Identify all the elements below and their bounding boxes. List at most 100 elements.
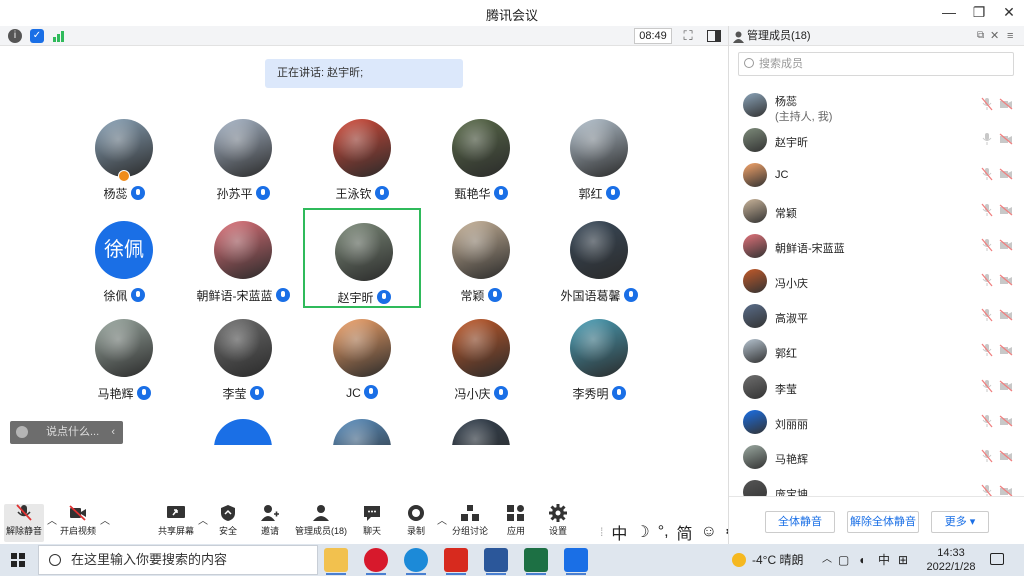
more-button[interactable]: 更多 ▾ — [931, 511, 989, 533]
invite-button[interactable]: 邀请 — [254, 504, 286, 542]
tray-expand-icon[interactable]: ︿ — [822, 544, 832, 576]
participant-tile[interactable]: 孙苏平 — [184, 106, 302, 206]
member-row[interactable]: 马艳辉 — [729, 440, 1024, 475]
moon-icon[interactable]: ☽ — [635, 522, 649, 542]
signal-icon[interactable] — [52, 30, 66, 42]
mic-muted-icon[interactable] — [981, 449, 993, 463]
emoji-icon[interactable] — [16, 426, 28, 438]
opera-icon[interactable] — [364, 548, 388, 572]
member-row[interactable]: 杨蕊 (主持人, 我) — [729, 88, 1024, 123]
mic-muted-icon[interactable] — [981, 414, 993, 428]
windows-start-icon[interactable] — [11, 553, 25, 567]
camera-off-icon[interactable] — [999, 274, 1013, 286]
close-panel-icon[interactable]: ✕ — [990, 26, 999, 46]
taskbar-search-input[interactable]: 在这里输入你要搜索的内容 — [38, 545, 318, 575]
member-row[interactable]: 冯小庆 — [729, 264, 1024, 299]
weather-text[interactable]: -4°C 晴朗 — [752, 544, 803, 576]
audio-options-caret[interactable]: ︿ — [47, 512, 57, 527]
camera-off-icon[interactable] — [999, 133, 1013, 145]
participant-tile[interactable]: 李秀明 — [540, 306, 658, 406]
mic-muted-icon[interactable] — [981, 203, 993, 217]
mic-muted-icon[interactable] — [981, 343, 993, 357]
unmute-all-button[interactable]: 解除全体静音 — [847, 511, 919, 533]
info-icon[interactable]: i — [8, 29, 22, 43]
weather-icon[interactable] — [732, 553, 746, 567]
tencent-meeting-icon[interactable] — [564, 548, 588, 572]
camera-off-icon[interactable] — [999, 485, 1013, 496]
member-row[interactable]: JC — [729, 158, 1024, 193]
volume-icon[interactable]: ◖ — [858, 544, 865, 576]
camera-off-icon[interactable] — [999, 98, 1013, 110]
ime-drag-handle[interactable]: ⁞ — [600, 525, 603, 539]
participant-tile[interactable]: 徐佩 徐佩 — [65, 208, 183, 308]
participant-tile[interactable] — [303, 406, 421, 445]
record-button[interactable]: 录制 — [400, 504, 432, 542]
ime-simplified-toggle[interactable]: 简 — [677, 520, 693, 544]
participant-tile[interactable]: 常颖 — [422, 208, 540, 308]
acrobat-icon[interactable] — [444, 548, 468, 572]
breakout-rooms-button[interactable]: 分组讨论 — [450, 504, 490, 542]
participant-tile[interactable] — [422, 406, 540, 445]
ime-punct-toggle[interactable]: °, — [658, 523, 669, 541]
participant-tile[interactable]: 冯小庆 — [422, 306, 540, 406]
member-row[interactable]: 李莹 — [729, 370, 1024, 405]
member-row[interactable]: 郭红 — [729, 334, 1024, 369]
participant-tile[interactable] — [184, 406, 302, 445]
mic-muted-icon[interactable] — [981, 238, 993, 252]
camera-off-icon[interactable] — [999, 450, 1013, 462]
camera-off-icon[interactable] — [999, 344, 1013, 356]
keyboard-icon[interactable]: ⊞ — [898, 544, 908, 576]
camera-off-icon[interactable] — [999, 309, 1013, 321]
participant-tile[interactable]: 朝鲜语-宋蓝蓝 — [184, 208, 302, 308]
emoji-icon[interactable]: ☺ — [701, 523, 717, 541]
unmute-button[interactable]: 解除静音 — [4, 504, 44, 542]
camera-off-icon[interactable] — [999, 204, 1013, 216]
chat-button[interactable]: 聊天 — [356, 504, 388, 542]
mic-muted-icon[interactable] — [981, 273, 993, 287]
participant-tile[interactable]: JC — [303, 306, 421, 406]
settings-button[interactable]: 设置 — [542, 504, 574, 542]
share-screen-button[interactable]: 共享屏幕 — [156, 504, 196, 542]
member-row[interactable]: 高淑平 — [729, 299, 1024, 334]
chat-quick-input[interactable]: 说点什么... ‹ — [10, 421, 123, 444]
panel-menu-icon[interactable]: ≡ — [1007, 26, 1013, 46]
mute-all-button[interactable]: 全体静音 — [765, 511, 835, 533]
word-icon[interactable] — [484, 548, 508, 572]
participant-tile[interactable]: 郭红 — [540, 106, 658, 206]
taskbar-clock[interactable]: 14:33 2022/1/28 — [922, 546, 980, 574]
network-icon[interactable]: ▢ — [838, 544, 849, 576]
mic-muted-icon[interactable] — [981, 167, 993, 181]
apps-button[interactable]: 应用 — [500, 504, 532, 542]
camera-off-icon[interactable] — [999, 168, 1013, 180]
close-button[interactable]: ✕ — [994, 0, 1024, 26]
mic-muted-icon[interactable] — [981, 308, 993, 322]
participant-tile[interactable]: 李莹 — [184, 306, 302, 406]
mic-muted-icon[interactable] — [981, 484, 993, 496]
notification-icon[interactable] — [990, 553, 1004, 565]
participant-tile[interactable]: 外国语葛馨 — [540, 208, 658, 308]
minimize-button[interactable]: — — [934, 0, 964, 26]
camera-off-icon[interactable] — [999, 415, 1013, 427]
member-row[interactable]: 庞宝坤 — [729, 475, 1024, 496]
popout-icon[interactable]: ⧉ — [977, 26, 984, 46]
security-button[interactable]: 安全 — [212, 504, 244, 542]
layout-icon[interactable] — [706, 28, 722, 44]
mic-muted-icon[interactable] — [981, 97, 993, 111]
mic-muted-icon[interactable] — [981, 379, 993, 393]
edge-icon[interactable] — [404, 548, 428, 572]
camera-off-icon[interactable] — [999, 239, 1013, 251]
member-row[interactable]: 刘丽丽 — [729, 405, 1024, 440]
file-explorer-icon[interactable] — [324, 548, 348, 572]
share-options-caret[interactable]: ︿ — [198, 512, 208, 527]
shield-icon[interactable]: ✓ — [30, 29, 44, 43]
participant-tile[interactable]: 赵宇昕 — [303, 208, 421, 308]
record-options-caret[interactable]: ︿ — [437, 512, 447, 527]
video-options-caret[interactable]: ︿ — [100, 512, 110, 527]
collapse-icon[interactable]: ‹ — [111, 421, 115, 444]
member-row[interactable]: 赵宇昕 — [729, 123, 1024, 158]
participant-tile[interactable]: 杨蕊 — [65, 106, 183, 206]
mic-icon[interactable] — [981, 132, 993, 146]
member-search-input[interactable]: 搜索成员 — [738, 52, 1014, 76]
manage-members-button[interactable]: 管理成员(18) — [294, 504, 348, 542]
input-language[interactable]: 中 — [878, 544, 890, 576]
